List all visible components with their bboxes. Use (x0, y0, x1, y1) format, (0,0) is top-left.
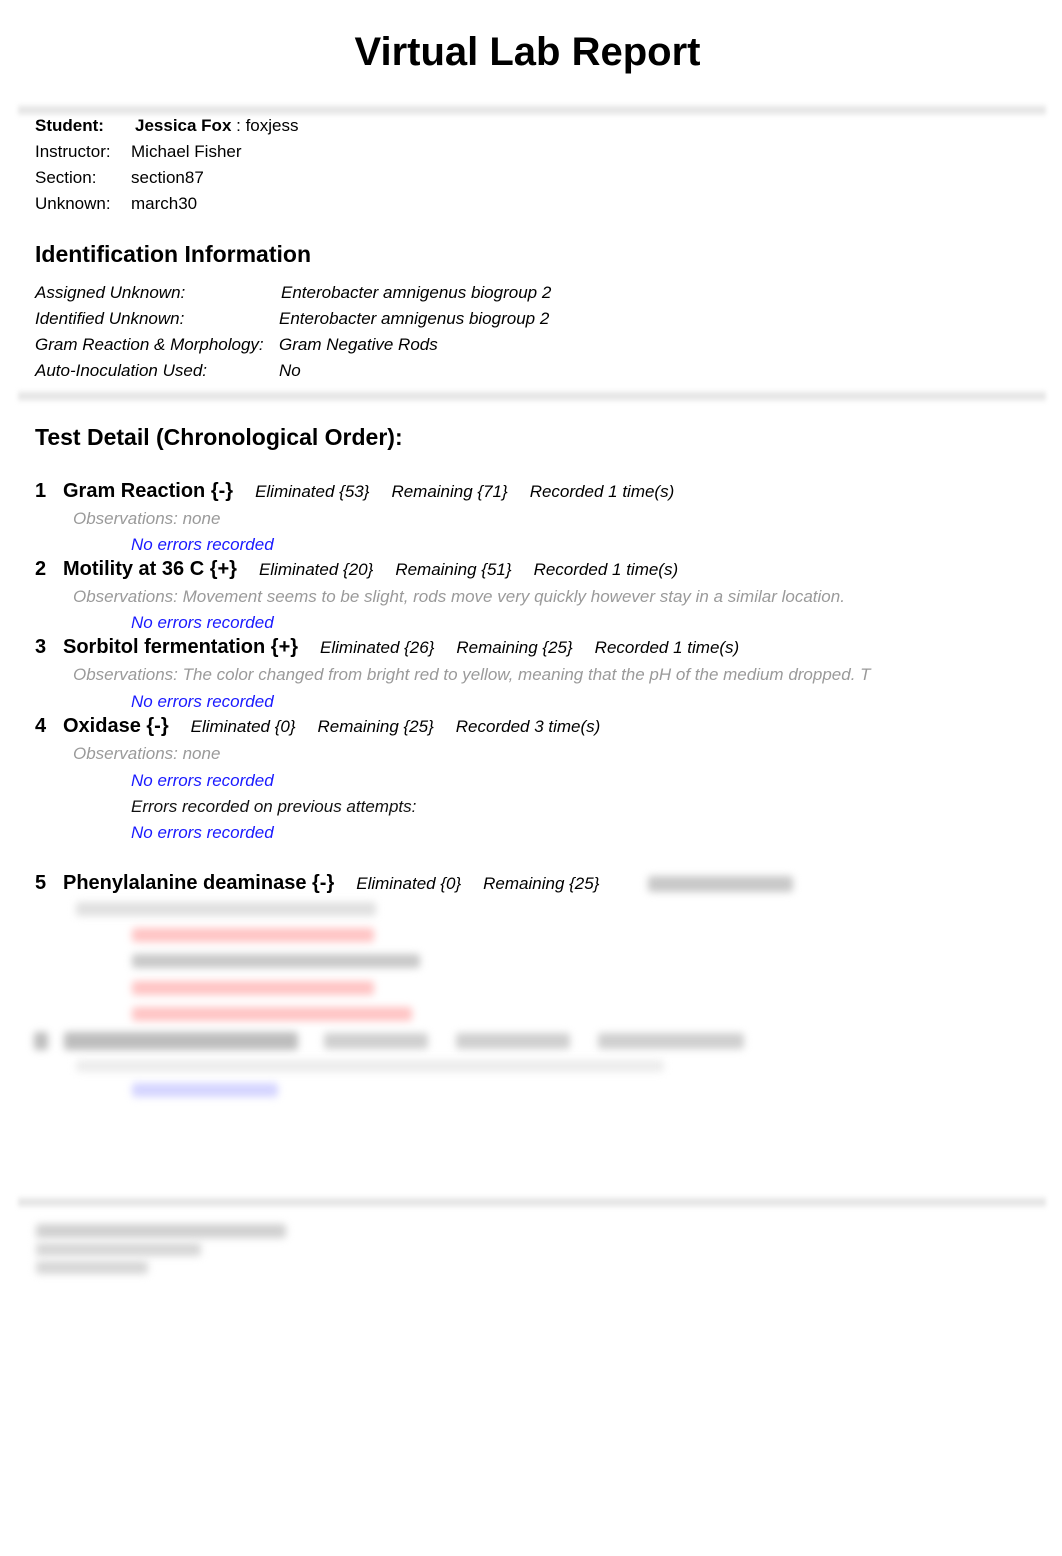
divider (18, 390, 1046, 402)
blurred-footer-line (36, 1224, 286, 1238)
divider (18, 1196, 1046, 1208)
recorded-count: Recorded 1 time(s) (533, 560, 679, 579)
blurred-footer-line (36, 1243, 201, 1256)
blurred-observations (76, 1060, 664, 1072)
test-header: 5 Phenylalanine deaminase {-} Eliminated {… (35, 868, 1035, 898)
test-name: Motility at 36 C {+} (63, 558, 237, 580)
instructor-row: Instructor: Michael Fisher (35, 139, 299, 165)
blurred-error-line (132, 1083, 278, 1097)
test-entry: 5 Phenylalanine deaminase {-} Eliminated {… (35, 868, 1035, 898)
unknown-value: march30 (131, 194, 198, 213)
blurred-previous-errors-label (132, 954, 420, 968)
test-number: 2 (35, 558, 47, 580)
recorded-count: Recorded 3 time(s) (455, 717, 601, 736)
ident-row-gram: Gram Reaction & Morphology: Gram Negative… (35, 332, 551, 358)
test-entry: 3 Sorbitol fermentation {+} Eliminated {26… (35, 632, 1035, 715)
blurred-recorded-count (648, 876, 793, 892)
page-title: Virtual Lab Report (354, 30, 701, 74)
blurred-recorded-count (598, 1033, 744, 1049)
test-name: Gram Reaction {-} (63, 480, 234, 502)
test-header: 1 Gram Reaction {-} Eliminated {53} Remaini… (35, 476, 1035, 506)
remaining-count: Remaining {25} (483, 874, 600, 893)
remaining-count: Remaining {51} (395, 560, 512, 579)
eliminated-count: Eliminated {0} (190, 717, 296, 736)
blurred-error-line (132, 928, 374, 942)
section-row: Section: section87 (35, 165, 299, 191)
blurred-test-name (64, 1032, 298, 1050)
instructor-label: Instructor: (35, 142, 111, 161)
identification-heading: Identification Information (35, 241, 311, 267)
student-name: Jessica Fox (135, 116, 232, 135)
observations: Observations: The color changed from bri… (73, 665, 871, 684)
blurred-test-number (34, 1032, 48, 1050)
ident-value: Enterobacter amnigenus biogroup 2 (281, 283, 552, 302)
test-entry: 4 Oxidase {-} Eliminated {0} Remaining {25}… (35, 711, 1035, 846)
test-name: Phenylalanine deaminase {-} (63, 872, 335, 894)
ident-label: Identified Unknown: (35, 309, 185, 328)
observations: Observations: none (73, 744, 221, 763)
ident-value: No (279, 361, 301, 380)
section-value: section87 (131, 168, 204, 187)
ident-value: Gram Negative Rods (279, 335, 438, 354)
previous-errors-status: No errors recorded (131, 823, 274, 842)
eliminated-count: Eliminated {20} (258, 560, 374, 579)
remaining-count: Remaining {25} (456, 638, 573, 657)
student-row: Student: Jessica Fox : foxjess (35, 113, 299, 139)
errors-status: No errors recorded (131, 771, 274, 790)
identification-info: Assigned Unknown: Enterobacter amnigenus … (35, 280, 551, 384)
recorded-count: Recorded 1 time(s) (529, 482, 675, 501)
blurred-eliminated-count (324, 1033, 428, 1049)
student-label: Student: (35, 116, 104, 135)
ident-label: Gram Reaction & Morphology: (35, 335, 264, 354)
test-header: 2 Motility at 36 C {+} Eliminated {20} Rema… (35, 554, 1035, 584)
test-number: 1 (35, 480, 47, 502)
blurred-remaining-count (456, 1033, 570, 1049)
section-label: Section: (35, 168, 97, 187)
test-detail-heading: Test Detail (Chronological Order): (35, 424, 403, 450)
test-number: 5 (35, 872, 47, 894)
instructor-value: Michael Fisher (131, 142, 242, 161)
student-sep: : (231, 116, 246, 135)
blurred-error-line (132, 981, 374, 995)
remaining-count: Remaining {71} (391, 482, 508, 501)
ident-row-autoinoculation: Auto-Inoculation Used: No (35, 358, 551, 384)
observations: Observations: none (73, 509, 221, 528)
test-number: 4 (35, 715, 47, 737)
test-name: Sorbitol fermentation {+} (63, 636, 299, 658)
ident-label: Assigned Unknown: (35, 283, 186, 302)
eliminated-count: Eliminated {53} (255, 482, 370, 501)
unknown-row: Unknown: march30 (35, 191, 299, 217)
test-name: Oxidase {-} (63, 715, 169, 737)
ident-row-identified: Identified Unknown: Enterobacter amnigenu… (35, 306, 551, 332)
test-header: 4 Oxidase {-} Eliminated {0} Remaining {25}… (35, 711, 1035, 741)
blurred-footer-line (36, 1261, 148, 1274)
test-entry: 1 Gram Reaction {-} Eliminated {53} Remaini… (35, 476, 1035, 558)
blurred-observations (76, 902, 376, 916)
remaining-count: Remaining {25} (317, 717, 434, 736)
unknown-label: Unknown: (35, 194, 111, 213)
student-info: Student: Jessica Fox : foxjess Instructor… (35, 113, 299, 217)
previous-errors-label: Errors recorded on previous attempts: (131, 797, 417, 816)
blurred-error-line (132, 1007, 412, 1021)
eliminated-count: Eliminated {26} (320, 638, 435, 657)
student-id: foxjess (245, 116, 299, 135)
ident-value: Enterobacter amnigenus biogroup 2 (279, 309, 550, 328)
recorded-count: Recorded 1 time(s) (594, 638, 740, 657)
eliminated-count: Eliminated {0} (356, 874, 462, 893)
ident-label: Auto-Inoculation Used: (35, 361, 207, 380)
test-header: 3 Sorbitol fermentation {+} Eliminated {26… (35, 632, 1035, 662)
ident-row-assigned: Assigned Unknown: Enterobacter amnigenus … (35, 280, 551, 306)
observations: Observations: Movement seems to be sligh… (73, 587, 845, 606)
test-entry: 2 Motility at 36 C {+} Eliminated {20} Rema… (35, 554, 1035, 636)
test-number: 3 (35, 636, 47, 658)
